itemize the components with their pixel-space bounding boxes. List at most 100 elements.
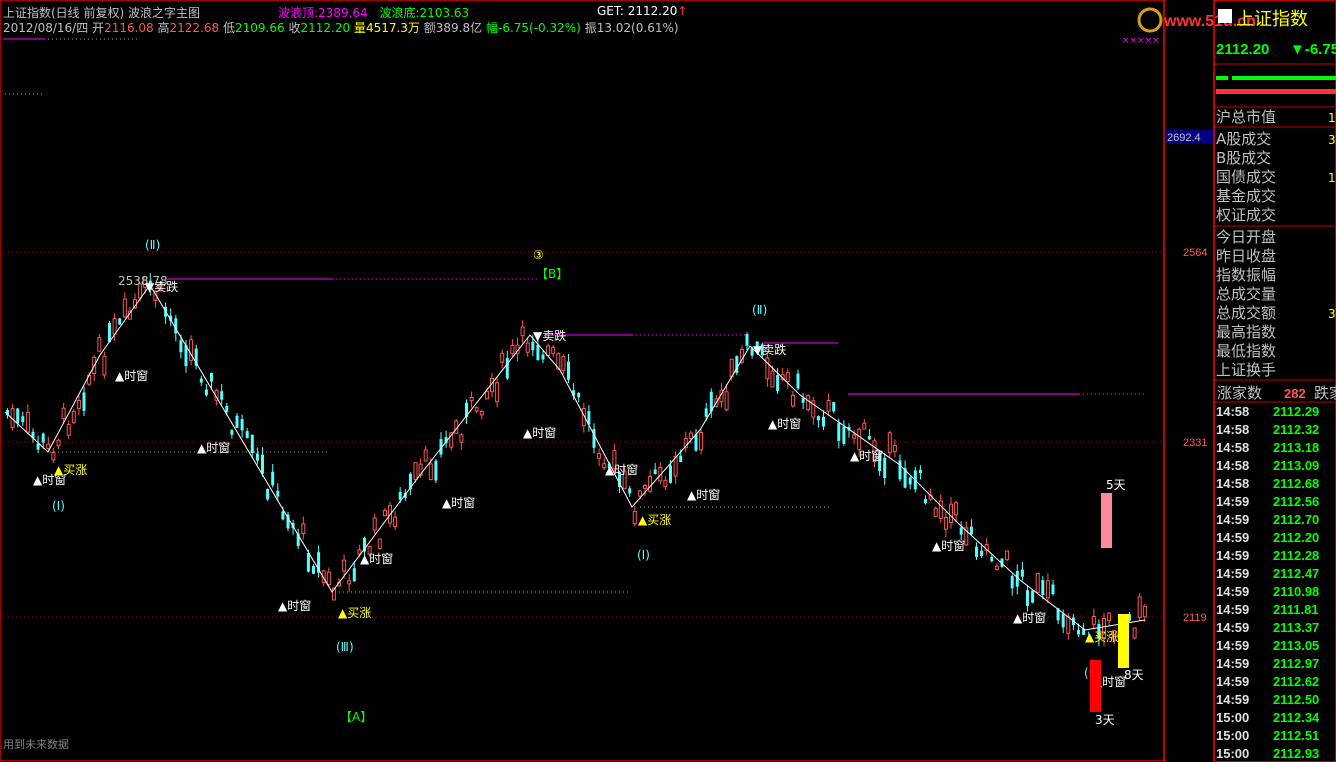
open-value: 2116.08 [104,21,154,35]
candle-body [887,432,892,454]
day-bar-pink [1101,493,1112,548]
candle-body [225,405,229,413]
panel-stat-label: 昨日收盘 [1216,247,1276,265]
candle-body [271,471,275,486]
wave-label-II: (Ⅱ) [145,238,160,252]
magenta-x-marker: ××××× [1122,36,1160,46]
candle-body [46,443,51,450]
tick-price: 2112.32 [1273,422,1319,437]
panel-stats: 沪总市值 1 A股成交 3 B股成交国债成交 13 基金成交权证成交今日开盘昨日收盘指数振幅… [1216,108,1336,379]
candle-body [954,502,959,516]
candle-body [352,568,356,582]
price-gridlines [0,251,1164,618]
time-window-9: ▲时窗 [687,488,720,502]
tick-time: 15:00 [1216,710,1249,725]
candle-body [806,395,811,411]
candle-body [1005,550,1010,561]
tick-time: 14:59 [1216,638,1249,653]
tick-time: 15:00 [1216,728,1249,743]
wave-bottom-label: 波浪底: [379,6,420,20]
candle-body [837,423,841,441]
candle-body [898,460,902,480]
axis-tick-2564: 2564 [1183,247,1207,259]
candle-body [918,469,922,474]
panel-stat-label: 基金成交 [1216,187,1276,205]
candle-body [301,523,306,535]
panel-number-badge[interactable] [1218,9,1232,23]
tick-time: 14:59 [1216,512,1249,527]
panel-stat-label: 国债成交 [1216,168,1276,186]
time-window-8: ▲时窗 [605,463,638,477]
candle-body [994,565,999,570]
candle-body [1091,615,1096,625]
tick-price: 2112.28 [1273,548,1319,563]
candle-body [25,411,30,433]
get-value: GET: 2112.20↑ [597,4,688,18]
candle-body [66,423,71,436]
wave-label-II-2: (Ⅱ) [752,303,767,317]
candle-body [326,571,331,586]
candle-body [980,550,984,557]
tick-price: 2110.98 [1273,584,1319,599]
candle-body [842,426,846,444]
candle-body [669,465,672,483]
candle-body [76,400,81,409]
tick-price: 2112.29 [1273,404,1319,419]
candle-body [826,400,831,412]
panel-stat-label: B股成交 [1216,149,1271,167]
wave-label-I-2: (Ⅰ) [637,548,650,562]
candle-body [505,358,509,379]
tick-time: 14:59 [1216,602,1249,617]
candle-body [867,436,871,440]
candle-body [276,490,280,497]
candle-body [933,507,938,518]
tick-time: 14:59 [1216,530,1249,545]
candle-body [210,372,213,382]
candle-body [790,394,795,407]
candle-body [745,334,749,346]
panel-stat-label: 最低指数 [1216,342,1276,360]
candle-body [541,354,545,360]
candle-body [770,370,775,388]
tick-time: 14:58 [1216,404,1249,419]
candle-body [82,392,86,411]
candle-body [969,526,973,535]
tick-time: 14:59 [1216,566,1249,581]
time-window-13: ▲时窗 [1013,611,1046,625]
candle-body [776,375,780,392]
panel-stat-label: 指数振幅 [1216,266,1276,284]
panel-stat-label: 权证成交 [1216,206,1276,224]
candle-body [857,428,862,451]
sell-signal-3: ▼卖跌 [753,342,786,357]
chart-frame [0,0,1164,761]
candle-body [342,559,347,572]
sell-signal-1: ▼卖跌 [145,279,178,294]
panel-stat-value: 3 [1328,133,1336,147]
candle-body [41,433,45,443]
time-window-6: ▲时窗 [442,496,475,510]
tick-price: 2113.09 [1273,458,1319,473]
candle-body [230,430,234,435]
candle-body [199,378,203,383]
candle-body [484,390,489,400]
candle-body [413,462,418,480]
tick-price: 2113.05 [1273,638,1319,653]
label-A: 【A】 [340,710,372,724]
panel-stat-value: 1 [1328,111,1336,125]
candle-body [434,460,438,481]
candle-body [643,485,647,490]
candle-body [1142,605,1147,618]
candle-body [189,339,194,361]
kline-chart[interactable]: ××××× 2692.4 2564 2331 2119 (Ⅱ) (Ⅰ) (Ⅲ) … [0,0,1336,762]
buy-signal-2: ▲买涨 [338,605,371,620]
tick-price: 2111.81 [1273,602,1319,617]
wave-top-value: 2389.64 [318,6,368,20]
candle-body [469,396,474,402]
day-bar-yellow [1118,614,1129,668]
candle-body [949,503,953,524]
tick-list[interactable]: 14:58 2112.29 14:58 2112.32 14:58 2113.18 14:5… [1216,404,1320,761]
ohlc-line: 2012/08/16/四 开2116.08 高2122.68 低2109.66 … [3,21,679,35]
candle-body [1010,576,1014,589]
candle-body [97,337,102,352]
candle-body [16,408,20,424]
